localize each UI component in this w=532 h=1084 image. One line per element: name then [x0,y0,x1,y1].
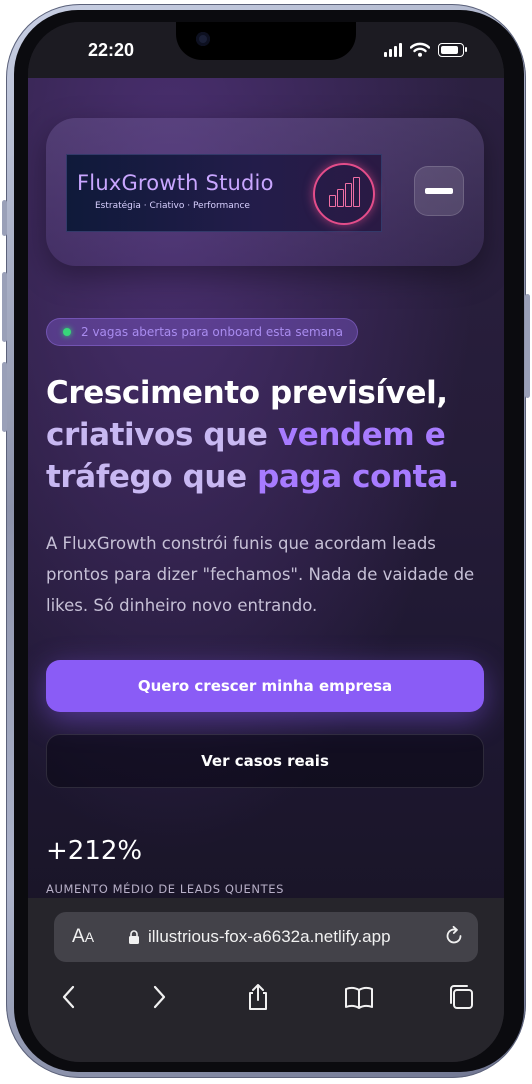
status-bar: 22:20 [28,22,504,78]
grow-company-button[interactable]: Quero crescer minha empresa [46,660,484,712]
wifi-icon [410,42,430,57]
hero-headline: Crescimento previsível, criativos que ve… [46,372,486,498]
reload-icon[interactable] [442,924,466,948]
headline-line-3: tráfego que paga conta. [46,456,486,498]
bookmarks-icon[interactable] [344,982,374,1012]
web-page: FluxGrowth Studio Estratégia · Criativo … [28,78,504,908]
online-dot-icon [63,328,71,336]
action-button [2,200,7,236]
lock-icon [129,930,139,944]
growth-chart-icon [313,163,375,225]
menu-button[interactable] [414,166,464,216]
headline-line-2: criativos que vendem e [46,414,486,456]
stat-label: AUMENTO MÉDIO DE LEADS QUENTES [46,882,285,896]
aa-small: A [84,929,95,945]
signal-icon [384,43,402,57]
headline-line-1: Crescimento previsível, [46,375,448,411]
aa-large: A [72,926,85,947]
menu-icon [425,188,453,194]
battery-icon [438,43,467,57]
volume-down-button [2,362,7,432]
power-button [525,294,530,398]
reader-settings-button[interactable]: AA [72,926,94,948]
site-header: FluxGrowth Studio Estratégia · Criativo … [46,118,484,266]
stat-value: +212% [46,836,143,866]
camera-icon [196,32,210,46]
status-time: 22:20 [88,40,135,60]
volume-up-button [2,272,7,342]
headline-line-3-highlight: paga conta. [257,459,459,495]
phone-screen: 22:20 FluxGrowth Studio Estratégia · Cri… [28,22,504,1062]
share-icon[interactable] [243,982,273,1012]
back-icon[interactable] [54,982,84,1012]
forward-icon[interactable] [144,982,174,1012]
hero-description: A FluxGrowth constrói funis que acordam … [46,534,475,615]
headline-line-2-start: criativos que [46,417,278,453]
logo-subtitle: Estratégia · Criativo · Performance [95,201,250,211]
address-bar[interactable]: AA illustrious-fox-a6632a.netlify.app [54,912,478,962]
logo-title: FluxGrowth Studio [77,171,274,195]
availability-badge: 2 vagas abertas para onboard esta semana [46,318,358,346]
brand-logo[interactable]: FluxGrowth Studio Estratégia · Criativo … [66,154,382,232]
dynamic-island [176,22,356,60]
status-icons [384,42,467,57]
badge-text: 2 vagas abertas para onboard esta semana [81,325,343,339]
tabs-icon[interactable] [446,982,476,1012]
url-text: illustrious-fox-a6632a.netlify.app [148,927,391,946]
headline-line-3-start: tráfego que [46,459,258,495]
view-cases-button[interactable]: Ver casos reais [46,734,484,788]
safari-toolbar: AA illustrious-fox-a6632a.netlify.app [28,898,504,1062]
headline-line-2-highlight: vendem e [277,417,446,453]
